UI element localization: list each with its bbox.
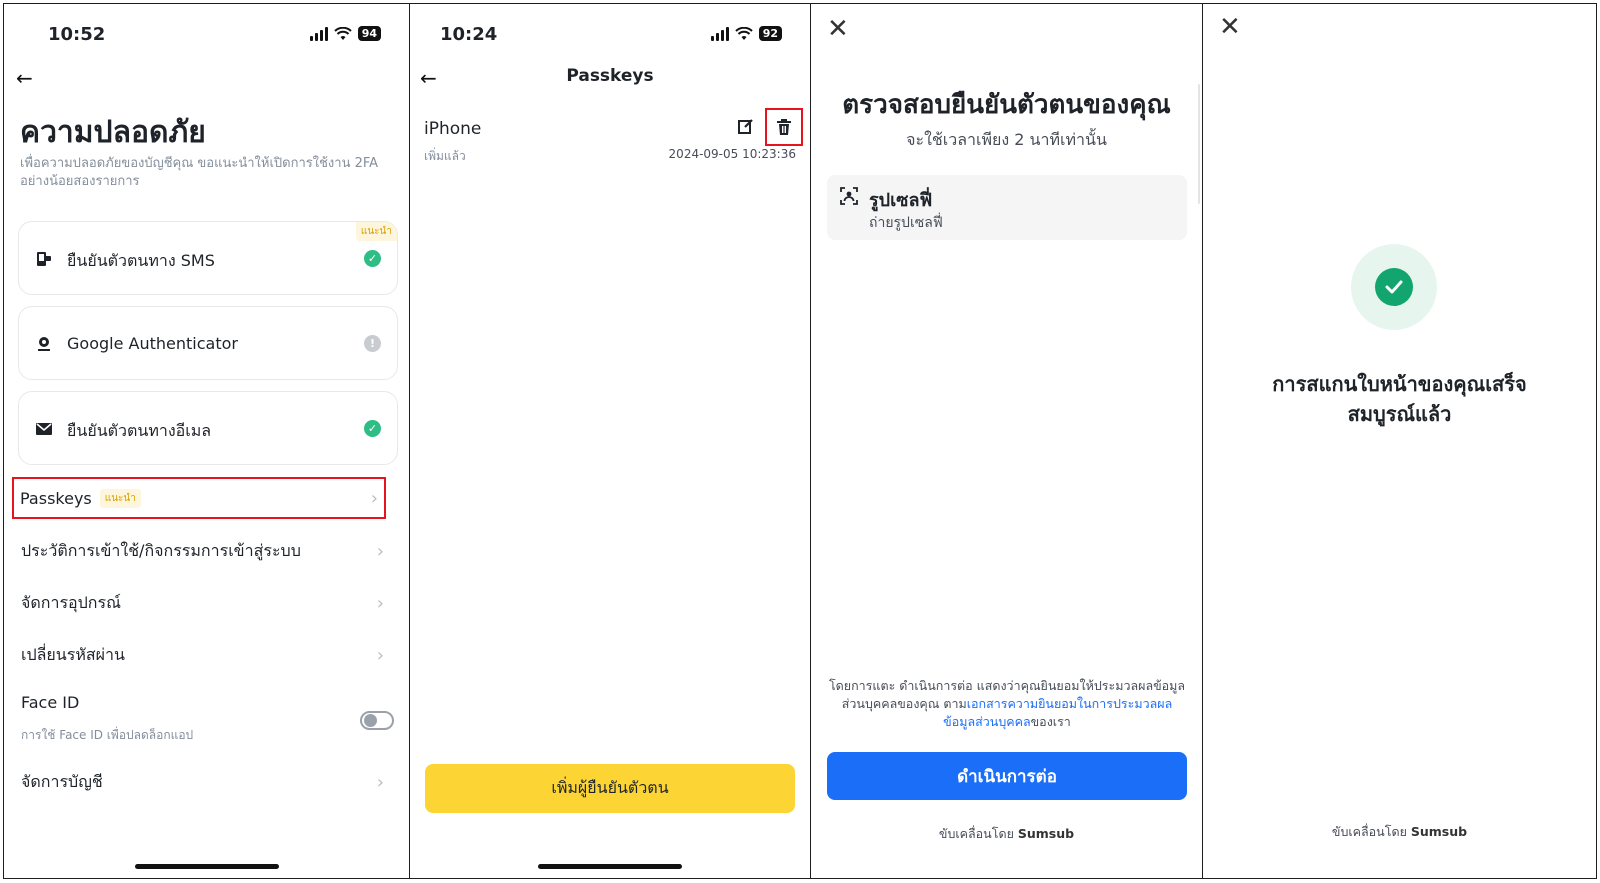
check-icon: ✓ <box>364 420 381 437</box>
chevron-right-icon: › <box>376 540 384 562</box>
passkeys-label: Passkeys <box>20 488 92 508</box>
verify-title: ตรวจสอบยืนยันตัวตนของคุณ <box>842 90 1171 120</box>
login-history-label: ประวัติการเข้าใช้/กิจกรรมการเข้าสู่ระบบ <box>21 540 301 560</box>
status-time: 10:24 <box>440 24 498 45</box>
battery-icon: 92 <box>758 26 782 41</box>
status-icons: 94 <box>309 26 381 41</box>
back-arrow-icon[interactable]: ← <box>16 66 33 90</box>
wifi-icon <box>333 26 352 40</box>
change-password-row[interactable]: เปลี่ยนรหัสผ่าน › <box>18 634 390 676</box>
page-title: Passkeys <box>566 66 654 86</box>
manage-account-row[interactable]: จัดการบัญชี › <box>18 761 390 803</box>
consent-text: โดยการแตะ ดำเนินการต่อ แสดงว่าคุณยินยอมใ… <box>827 677 1187 731</box>
powered-by: ขับเคลื่อนโดย Sumsub <box>811 824 1202 844</box>
verify-subtitle: จะใช้เวลาเพียง 2 นาทีเท่านั้น <box>906 130 1107 149</box>
edit-icon[interactable] <box>737 117 755 135</box>
faceid-label: Face ID <box>21 692 80 712</box>
screenshot-stage: 10:52 94 ← ความปลอดภัย เพื่อความปลอดภัยข… <box>0 0 1600 883</box>
passkey-name: iPhone <box>424 119 482 139</box>
signal-icon <box>309 26 328 41</box>
face-scan-icon <box>840 187 858 205</box>
faceid-toggle[interactable] <box>360 711 394 730</box>
success-line-2: สมบูรณ์แล้ว <box>1347 402 1452 426</box>
email-icon <box>36 423 52 435</box>
security-screen: 10:52 94 ← ความปลอดภัย เพื่อความปลอดภัยข… <box>3 3 410 879</box>
trash-icon <box>777 119 791 135</box>
selfie-step: รูปเซลฟี่ ถ่ายรูปเซลฟี่ <box>827 175 1187 240</box>
sms-label: ยืนยันตัวตนทาง SMS <box>67 251 215 270</box>
phone-sms-icon <box>37 252 51 266</box>
powered-prefix: ขับเคลื่อนโดย <box>1331 824 1407 839</box>
check-icon: ✓ <box>364 250 381 267</box>
consent-suffix: ของเรา <box>1030 714 1071 729</box>
powered-brand: Sumsub <box>1410 824 1468 839</box>
chevron-right-icon: › <box>376 644 384 666</box>
authenticator-icon <box>38 337 50 351</box>
login-history-row[interactable]: ประวัติการเข้าใช้/กิจกรรมการเข้าสู่ระบบ … <box>18 530 390 572</box>
manage-account-label: จัดการบัญชี <box>21 771 103 791</box>
success-badge <box>1351 244 1437 330</box>
page-description: เพื่อความปลอดภัยของบัญชีคุณ ขอแนะนำให้เป… <box>20 156 379 189</box>
continue-button[interactable]: ดำเนินการต่อ <box>827 752 1187 800</box>
google-authenticator-card[interactable]: Google Authenticator ! <box>18 306 398 380</box>
status-icons: 92 <box>710 26 782 41</box>
status-bar: 10:52 94 <box>4 22 409 48</box>
selfie-subtitle: ถ่ายรูปเซลฟี่ <box>869 215 943 231</box>
selfie-title: รูปเซลฟี่ <box>869 190 933 211</box>
recommended-badge: แนะนำ <box>99 488 141 508</box>
passkey-added-label: เพิ่มแล้ว <box>424 149 466 163</box>
page-title: ความปลอดภัย <box>20 115 206 150</box>
recommended-badge: แนะนำ <box>355 222 397 241</box>
faceid-subtitle: การใช้ Face ID เพื่อปลดล็อกแอป <box>21 728 194 742</box>
chevron-right-icon: › <box>376 592 384 614</box>
home-indicator <box>134 864 279 869</box>
powered-by: ขับเคลื่อนโดย Sumsub <box>1203 822 1596 842</box>
warning-icon: ! <box>364 335 381 352</box>
email-verification-card[interactable]: ยืนยันตัวตนทางอีเมล ✓ <box>18 391 398 465</box>
powered-prefix: ขับเคลื่อนโดย <box>938 826 1014 841</box>
manage-devices-label: จัดการอุปกรณ์ <box>21 592 121 612</box>
status-bar: 10:24 92 <box>410 22 810 48</box>
status-time: 10:52 <box>48 24 106 45</box>
battery-icon: 94 <box>357 26 381 41</box>
check-circle-icon <box>1375 268 1413 306</box>
change-password-label: เปลี่ยนรหัสผ่าน <box>21 644 125 664</box>
scan-success-screen: ✕ การสแกนใบหน้าของคุณเสร็จ สมบูรณ์แล้ว ข… <box>1203 3 1597 879</box>
passkeys-screen: 10:24 92 ← Passkeys iPhone เพิ่มแล้ว 202… <box>410 3 811 879</box>
chevron-right-icon: › <box>376 771 384 793</box>
manage-devices-row[interactable]: จัดการอุปกรณ์ › <box>18 582 390 624</box>
wifi-icon <box>734 26 753 40</box>
faceid-row: Face ID <box>18 687 390 717</box>
sms-verification-card[interactable]: แนะนำ ยืนยันตัวตนทาง SMS ✓ <box>18 221 398 295</box>
authenticator-label: Google Authenticator <box>67 334 238 353</box>
add-authenticator-button[interactable]: เพิ่มผู้ยืนยันตัวตน <box>425 764 795 813</box>
close-icon[interactable]: ✕ <box>1219 14 1241 40</box>
passkey-date: 2024-09-05 10:23:36 <box>668 147 796 161</box>
powered-brand: Sumsub <box>1017 826 1075 841</box>
close-icon[interactable]: ✕ <box>827 16 849 42</box>
verify-identity-screen: ✕ ตรวจสอบยืนยันตัวตนของคุณ จะใช้เวลาเพีย… <box>811 3 1203 879</box>
passkeys-row[interactable]: Passkeys แนะนำ › <box>12 477 386 519</box>
delete-passkey-button[interactable] <box>765 108 803 146</box>
signal-icon <box>710 26 729 41</box>
success-message: การสแกนใบหน้าของคุณเสร็จ สมบูรณ์แล้ว <box>1223 369 1576 429</box>
success-line-1: การสแกนใบหน้าของคุณเสร็จ <box>1272 372 1527 396</box>
email-label: ยืนยันตัวตนทางอีเมล <box>67 421 212 440</box>
chevron-right-icon: › <box>370 487 378 509</box>
home-indicator <box>538 864 682 869</box>
